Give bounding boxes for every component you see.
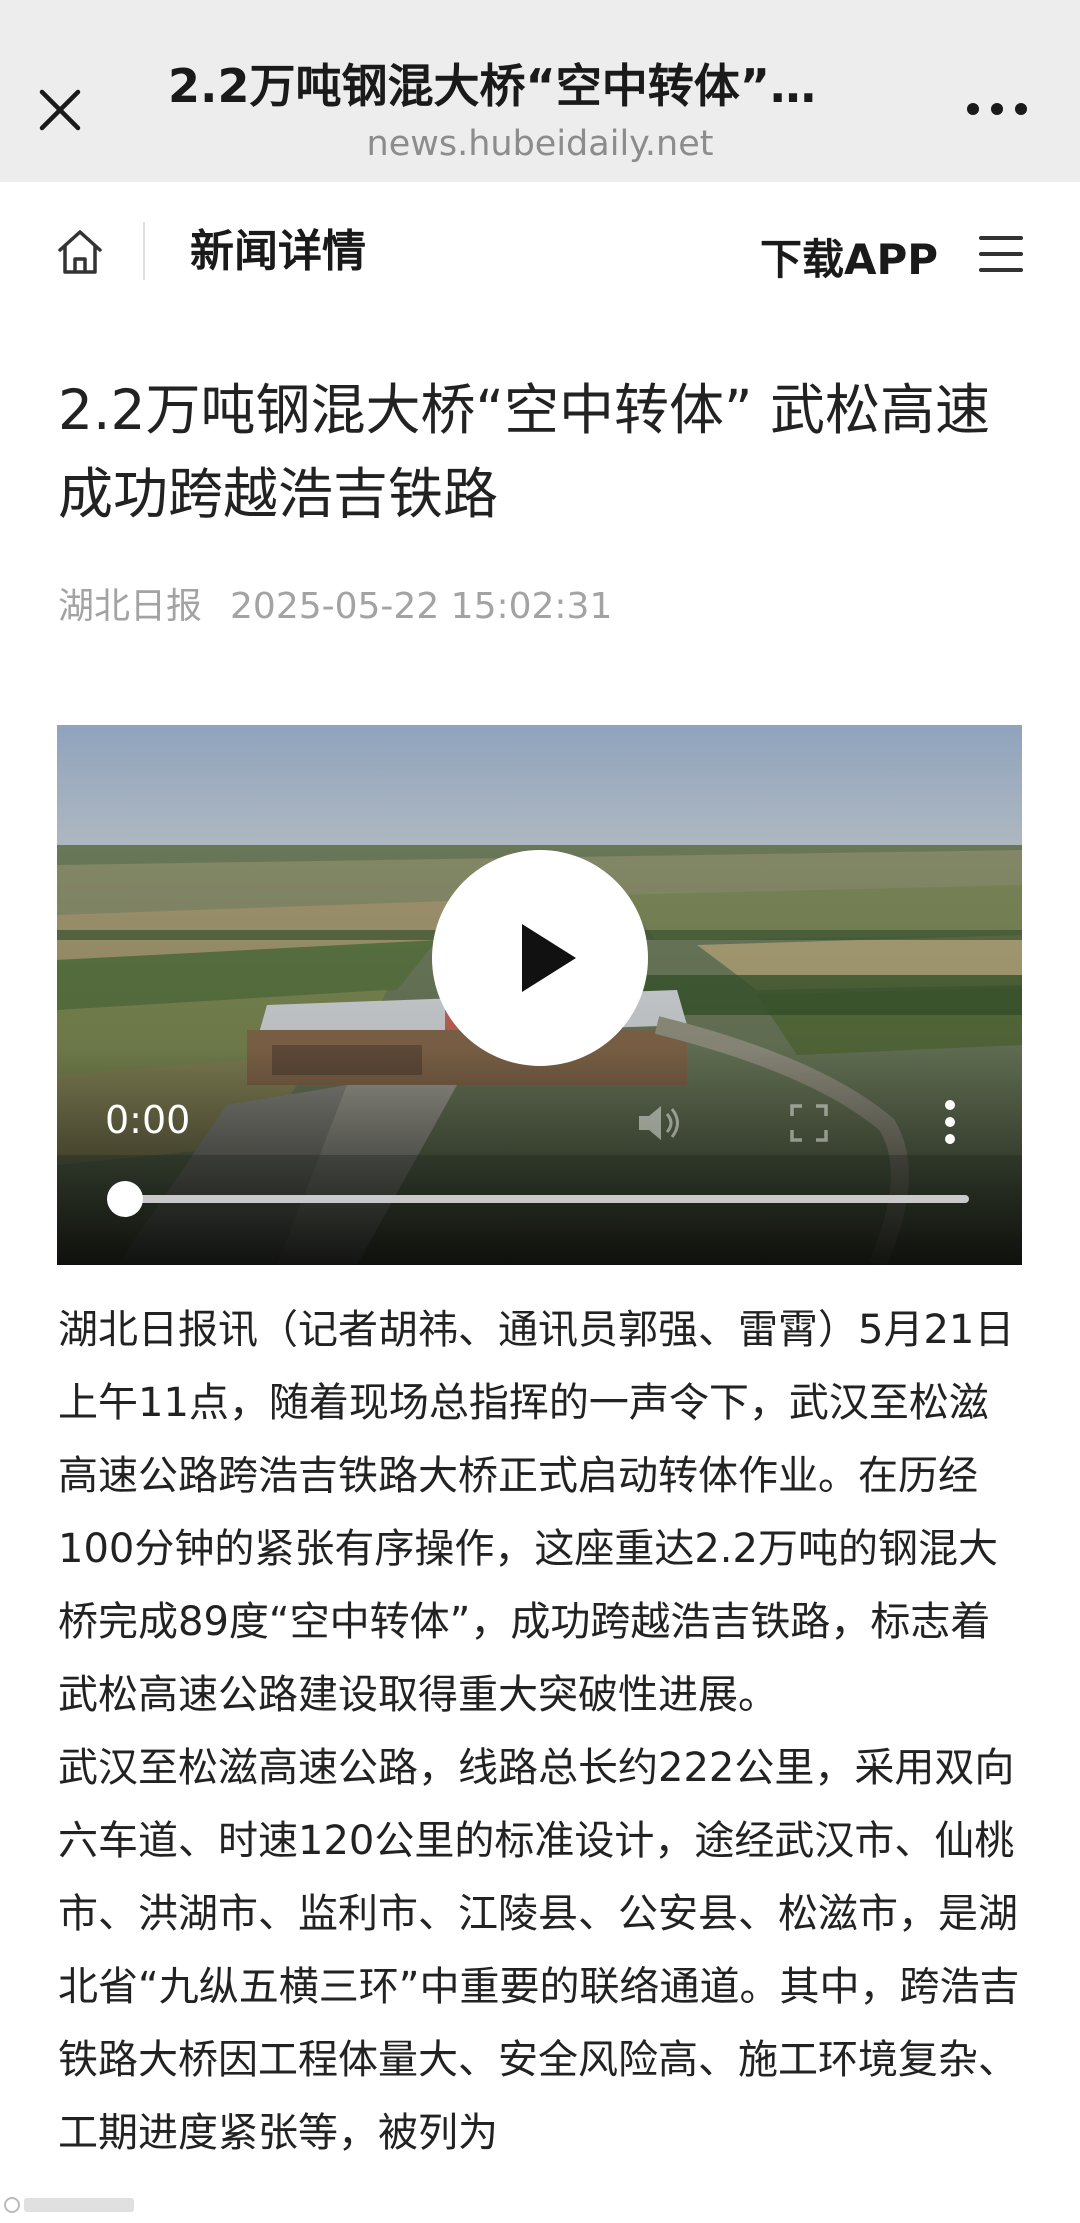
play-button[interactable]: [432, 850, 648, 1066]
video-progress-bar[interactable]: [119, 1195, 969, 1203]
play-icon: [522, 924, 576, 992]
video-progress-knob[interactable]: [107, 1181, 143, 1217]
site-header: 新闻详情 下载APP: [0, 182, 1080, 328]
video-time: 0:00: [105, 1098, 191, 1142]
browser-top-bar: 2.2万吨钢混大桥“空中转体”… news.hubeidaily.net: [0, 0, 1080, 182]
page-url: news.hubeidaily.net: [366, 124, 714, 164]
header-divider: [143, 222, 145, 280]
page-title: 2.2万吨钢混大桥“空中转体”…: [168, 59, 816, 113]
fullscreen-icon[interactable]: [789, 1103, 829, 1143]
article-body: 湖北日报讯（记者胡祎、通讯员郭强、雷霄）5月21日上午11点，随着现场总指挥的一…: [58, 1294, 1024, 2170]
more-vertical-icon[interactable]: [940, 1097, 960, 1147]
header-title: 新闻详情: [190, 226, 366, 277]
body-paragraph: 武汉至松滋高速公路，线路总长约222公里，采用双向六车道、时速120公里的标准设…: [58, 1745, 1020, 2156]
video-player[interactable]: 0:00: [57, 725, 1022, 1265]
body-paragraph: 湖北日报讯（记者胡祎、通讯员郭强、雷霄）5月21日上午11点，随着现场总指挥的一…: [58, 1307, 1015, 1718]
home-icon[interactable]: [52, 224, 108, 280]
article-source: 湖北日报: [58, 586, 203, 627]
article-meta: 湖北日报 2025-05-22 15:02:31: [58, 582, 612, 632]
corner-logo-icon: [4, 2197, 134, 2213]
article-datetime: 2025-05-22 15:02:31: [230, 586, 613, 627]
download-app-button[interactable]: 下载APP: [760, 232, 938, 288]
more-icon[interactable]: [962, 84, 1032, 134]
volume-icon[interactable]: [635, 1100, 685, 1146]
menu-icon[interactable]: [975, 228, 1027, 280]
article-title: 2.2万吨钢混大桥“空中转体” 武松高速成功跨越浩吉铁路: [58, 378, 990, 526]
